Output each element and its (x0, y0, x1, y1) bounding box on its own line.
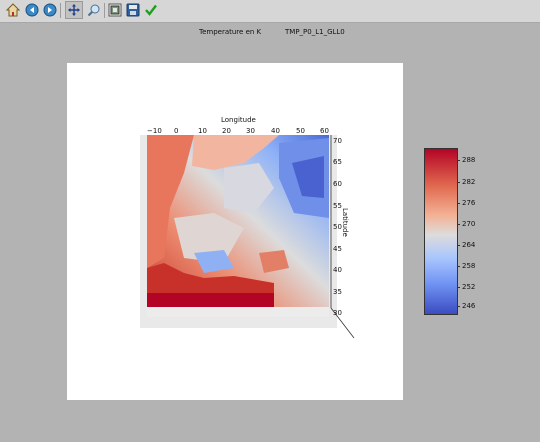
back-icon[interactable] (24, 2, 40, 18)
x-tick: 60 (320, 127, 329, 135)
colorbar-tick-label: 288 (462, 156, 476, 164)
x-axis-title: Longitude (221, 116, 256, 124)
colorbar-tick-mark (457, 224, 460, 225)
variable-name: TMP_P0_L1_GLL0 (285, 28, 345, 36)
x-tick: 30 (246, 127, 255, 135)
colorbar-tick-label: 264 (462, 241, 476, 249)
y-tick: 35 (333, 288, 342, 296)
pan-icon[interactable] (65, 1, 83, 19)
colorbar-tick-label: 252 (462, 283, 476, 291)
subplots-icon[interactable] (107, 2, 123, 18)
zoom-icon[interactable] (86, 2, 102, 18)
figure-title: Temperature en K (199, 28, 262, 36)
colorbar-tick-mark (457, 306, 460, 307)
colorbar-tick-label: 258 (462, 262, 476, 270)
colorbar-tick-mark (457, 182, 460, 183)
y-tick: 70 (333, 137, 342, 145)
toolbar (0, 0, 540, 23)
colorbar-tick-mark (457, 160, 460, 161)
x-tick: 10 (198, 127, 207, 135)
colorbar (424, 148, 458, 315)
toolbar-separator (60, 3, 61, 18)
colorbar-tick-mark (457, 287, 460, 288)
colorbar-tick-mark (457, 266, 460, 267)
y-tick: 65 (333, 158, 342, 166)
x-tick: 40 (271, 127, 280, 135)
x-tick: 50 (296, 127, 305, 135)
home-icon[interactable] (5, 2, 21, 18)
colorbar-tick-mark (457, 203, 460, 204)
x-tick: 0 (174, 127, 179, 135)
y-tick: 45 (333, 245, 342, 253)
x-tick: −10 (147, 127, 162, 135)
colorbar-tick-mark (457, 245, 460, 246)
colorbar-tick-label: 282 (462, 178, 476, 186)
colorbar-tick-label: 270 (462, 220, 476, 228)
x-tick: 20 (222, 127, 231, 135)
colorbar-tick-label: 246 (462, 302, 476, 310)
toolbar-separator (104, 3, 105, 18)
y-tick: 30 (333, 309, 342, 317)
y-tick: 40 (333, 266, 342, 274)
forward-icon[interactable] (42, 2, 58, 18)
check-icon[interactable] (143, 2, 159, 18)
temperature-map[interactable] (74, 68, 364, 343)
y-axis-title: Latitude (341, 208, 349, 237)
save-icon[interactable] (125, 2, 141, 18)
y-tick: 60 (333, 180, 342, 188)
colorbar-tick-label: 276 (462, 199, 476, 207)
